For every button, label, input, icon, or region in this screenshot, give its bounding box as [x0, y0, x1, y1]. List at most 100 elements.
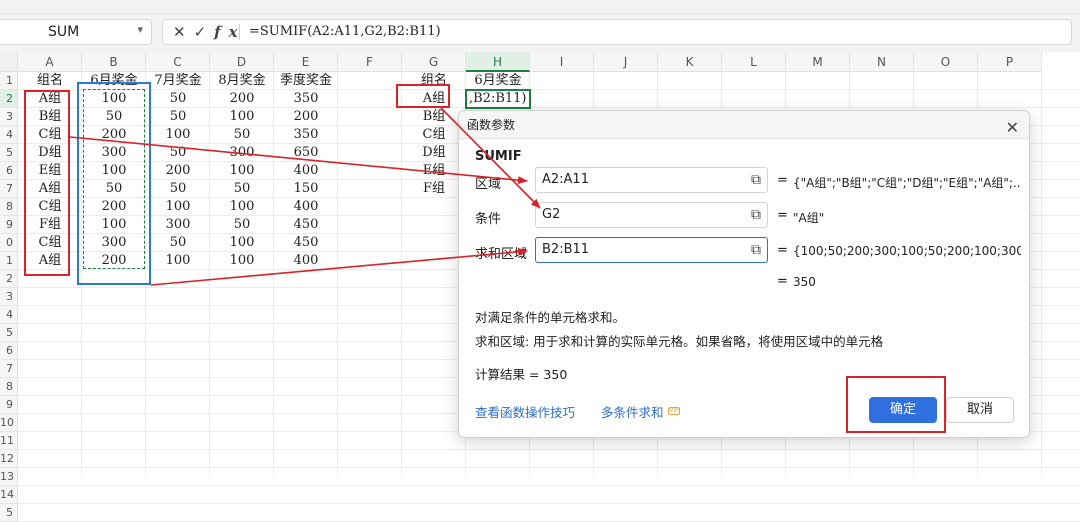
row-header[interactable]: 14 [0, 486, 18, 504]
lookup-group-cell[interactable]: C组 [402, 126, 466, 144]
row-header[interactable]: 5 [0, 144, 18, 162]
row-header[interactable]: 4 [0, 306, 18, 324]
table-cell[interactable]: 200 [274, 108, 338, 126]
row-header[interactable]: 5 [0, 324, 18, 342]
column-header-f[interactable]: F [338, 52, 402, 72]
lookup-group-cell[interactable]: B组 [402, 108, 466, 126]
table-cell[interactable]: 50 [146, 144, 210, 162]
table-cell[interactable]: 100 [210, 198, 274, 216]
column-header-i[interactable]: I [530, 52, 594, 72]
row-header[interactable]: 1 [0, 252, 18, 270]
column-header-g[interactable]: G [402, 52, 466, 72]
table-cell[interactable]: 100 [146, 126, 210, 144]
active-cell-h2[interactable]: ,B2:B11) [465, 89, 531, 109]
range-picker-icon[interactable]: ⧉ [751, 238, 761, 262]
row-header[interactable]: 6 [0, 342, 18, 360]
arg-input-sum-range[interactable]: B2:B11 ⧉ [535, 237, 768, 263]
range-picker-icon[interactable]: ⧉ [751, 203, 761, 227]
select-all-corner[interactable] [0, 52, 18, 72]
table-cell[interactable]: 300 [210, 144, 274, 162]
column-header-m[interactable]: M [786, 52, 850, 72]
table-header-cell[interactable]: 7月奖金 [146, 72, 210, 90]
column-header-n[interactable]: N [850, 52, 914, 72]
row-header[interactable]: 7 [0, 360, 18, 378]
table-cell[interactable]: 50 [210, 216, 274, 234]
function-tips-link[interactable]: 查看函数操作技巧 [475, 402, 575, 421]
row-header[interactable]: 3 [0, 108, 18, 126]
table-cell[interactable]: 100 [146, 198, 210, 216]
lookup-group-cell[interactable]: F组 [402, 180, 466, 198]
table-cell[interactable]: 100 [210, 252, 274, 270]
table-cell[interactable]: 50 [146, 180, 210, 198]
row-header[interactable]: 10 [0, 414, 18, 432]
lookup-group-cell[interactable]: D组 [402, 144, 466, 162]
confirm-icon[interactable]: ✓ [194, 23, 215, 41]
table-cell[interactable]: 200 [146, 162, 210, 180]
range-picker-icon[interactable]: ⧉ [751, 168, 761, 192]
row-header[interactable]: 7 [0, 180, 18, 198]
lookup-group-cell[interactable]: E组 [402, 162, 466, 180]
column-header-l[interactable]: L [722, 52, 786, 72]
table-cell[interactable]: 300 [146, 216, 210, 234]
row-header[interactable]: 11 [0, 432, 18, 450]
table-cell[interactable]: 50 [210, 180, 274, 198]
table-cell[interactable]: 450 [274, 216, 338, 234]
cancel-icon[interactable]: ✕ [173, 23, 194, 41]
table-header-cell[interactable]: 季度奖金 [274, 72, 338, 90]
formula-input-area[interactable]: ✕✓fx =SUMIF(A2:A11,G2,B2:B11) [162, 19, 1072, 45]
table-cell[interactable]: 150 [274, 180, 338, 198]
insert-function-icon[interactable]: fx [214, 23, 245, 41]
column-header-o[interactable]: O [914, 52, 978, 72]
table-cell[interactable]: 350 [274, 126, 338, 144]
table-cell[interactable]: 50 [146, 108, 210, 126]
row-header[interactable]: 9 [0, 216, 18, 234]
table-cell[interactable]: 100 [210, 234, 274, 252]
table-cell[interactable]: 100 [210, 162, 274, 180]
table-cell[interactable]: 100 [210, 108, 274, 126]
table-cell[interactable]: 350 [274, 90, 338, 108]
row-header[interactable]: 1 [0, 72, 18, 90]
row-header[interactable]: 3 [0, 288, 18, 306]
table-cell[interactable]: 50 [210, 126, 274, 144]
table-cell[interactable]: 100 [146, 252, 210, 270]
lookup-header-bonus[interactable]: 6月奖金 [466, 72, 530, 90]
column-header-p[interactable]: P [978, 52, 1042, 72]
column-header-j[interactable]: J [594, 52, 658, 72]
table-cell[interactable]: 650 [274, 144, 338, 162]
table-header-cell[interactable]: 8月奖金 [210, 72, 274, 90]
row-header[interactable]: 8 [0, 198, 18, 216]
column-header-b[interactable]: B [82, 52, 146, 72]
chevron-down-icon[interactable]: ▾ [137, 23, 143, 36]
row-header[interactable]: 12 [0, 450, 18, 468]
column-header-d[interactable]: D [210, 52, 274, 72]
row-header[interactable]: 2 [0, 270, 18, 288]
table-cell[interactable]: 50 [146, 234, 210, 252]
row-header[interactable]: 8 [0, 378, 18, 396]
cancel-button[interactable]: 取消 [946, 397, 1014, 423]
column-header-c[interactable]: C [146, 52, 210, 72]
table-cell[interactable]: 50 [146, 90, 210, 108]
row-header[interactable]: 0 [0, 234, 18, 252]
table-cell[interactable]: 400 [274, 198, 338, 216]
table-cell[interactable]: 200 [210, 90, 274, 108]
table-cell[interactable]: 400 [274, 162, 338, 180]
name-box[interactable]: SUM ▾ [0, 19, 152, 45]
table-cell[interactable]: 400 [274, 252, 338, 270]
row-header[interactable]: 5 [0, 504, 18, 522]
close-icon[interactable]: ✕ [1006, 114, 1019, 142]
arg-input-criteria[interactable]: G2 ⧉ [535, 202, 768, 228]
table-cell[interactable]: 450 [274, 234, 338, 252]
column-header-a[interactable]: A [18, 52, 82, 72]
multi-condition-sum-link[interactable]: 多条件求和 [601, 402, 664, 421]
column-header-k[interactable]: K [658, 52, 722, 72]
row-header[interactable]: 13 [0, 468, 18, 486]
row-header[interactable]: 4 [0, 126, 18, 144]
formula-text[interactable]: =SUMIF(A2:A11,G2,B2:B11) [249, 24, 441, 39]
column-header-e[interactable]: E [274, 52, 338, 72]
row-header[interactable]: 2 [0, 90, 18, 108]
arg-input-range[interactable]: A2:A11 ⧉ [535, 167, 768, 193]
row-header[interactable]: 9 [0, 396, 18, 414]
table-header-cell[interactable]: 组名 [18, 72, 82, 90]
row-header[interactable]: 6 [0, 162, 18, 180]
column-header-h[interactable]: H [466, 52, 530, 72]
